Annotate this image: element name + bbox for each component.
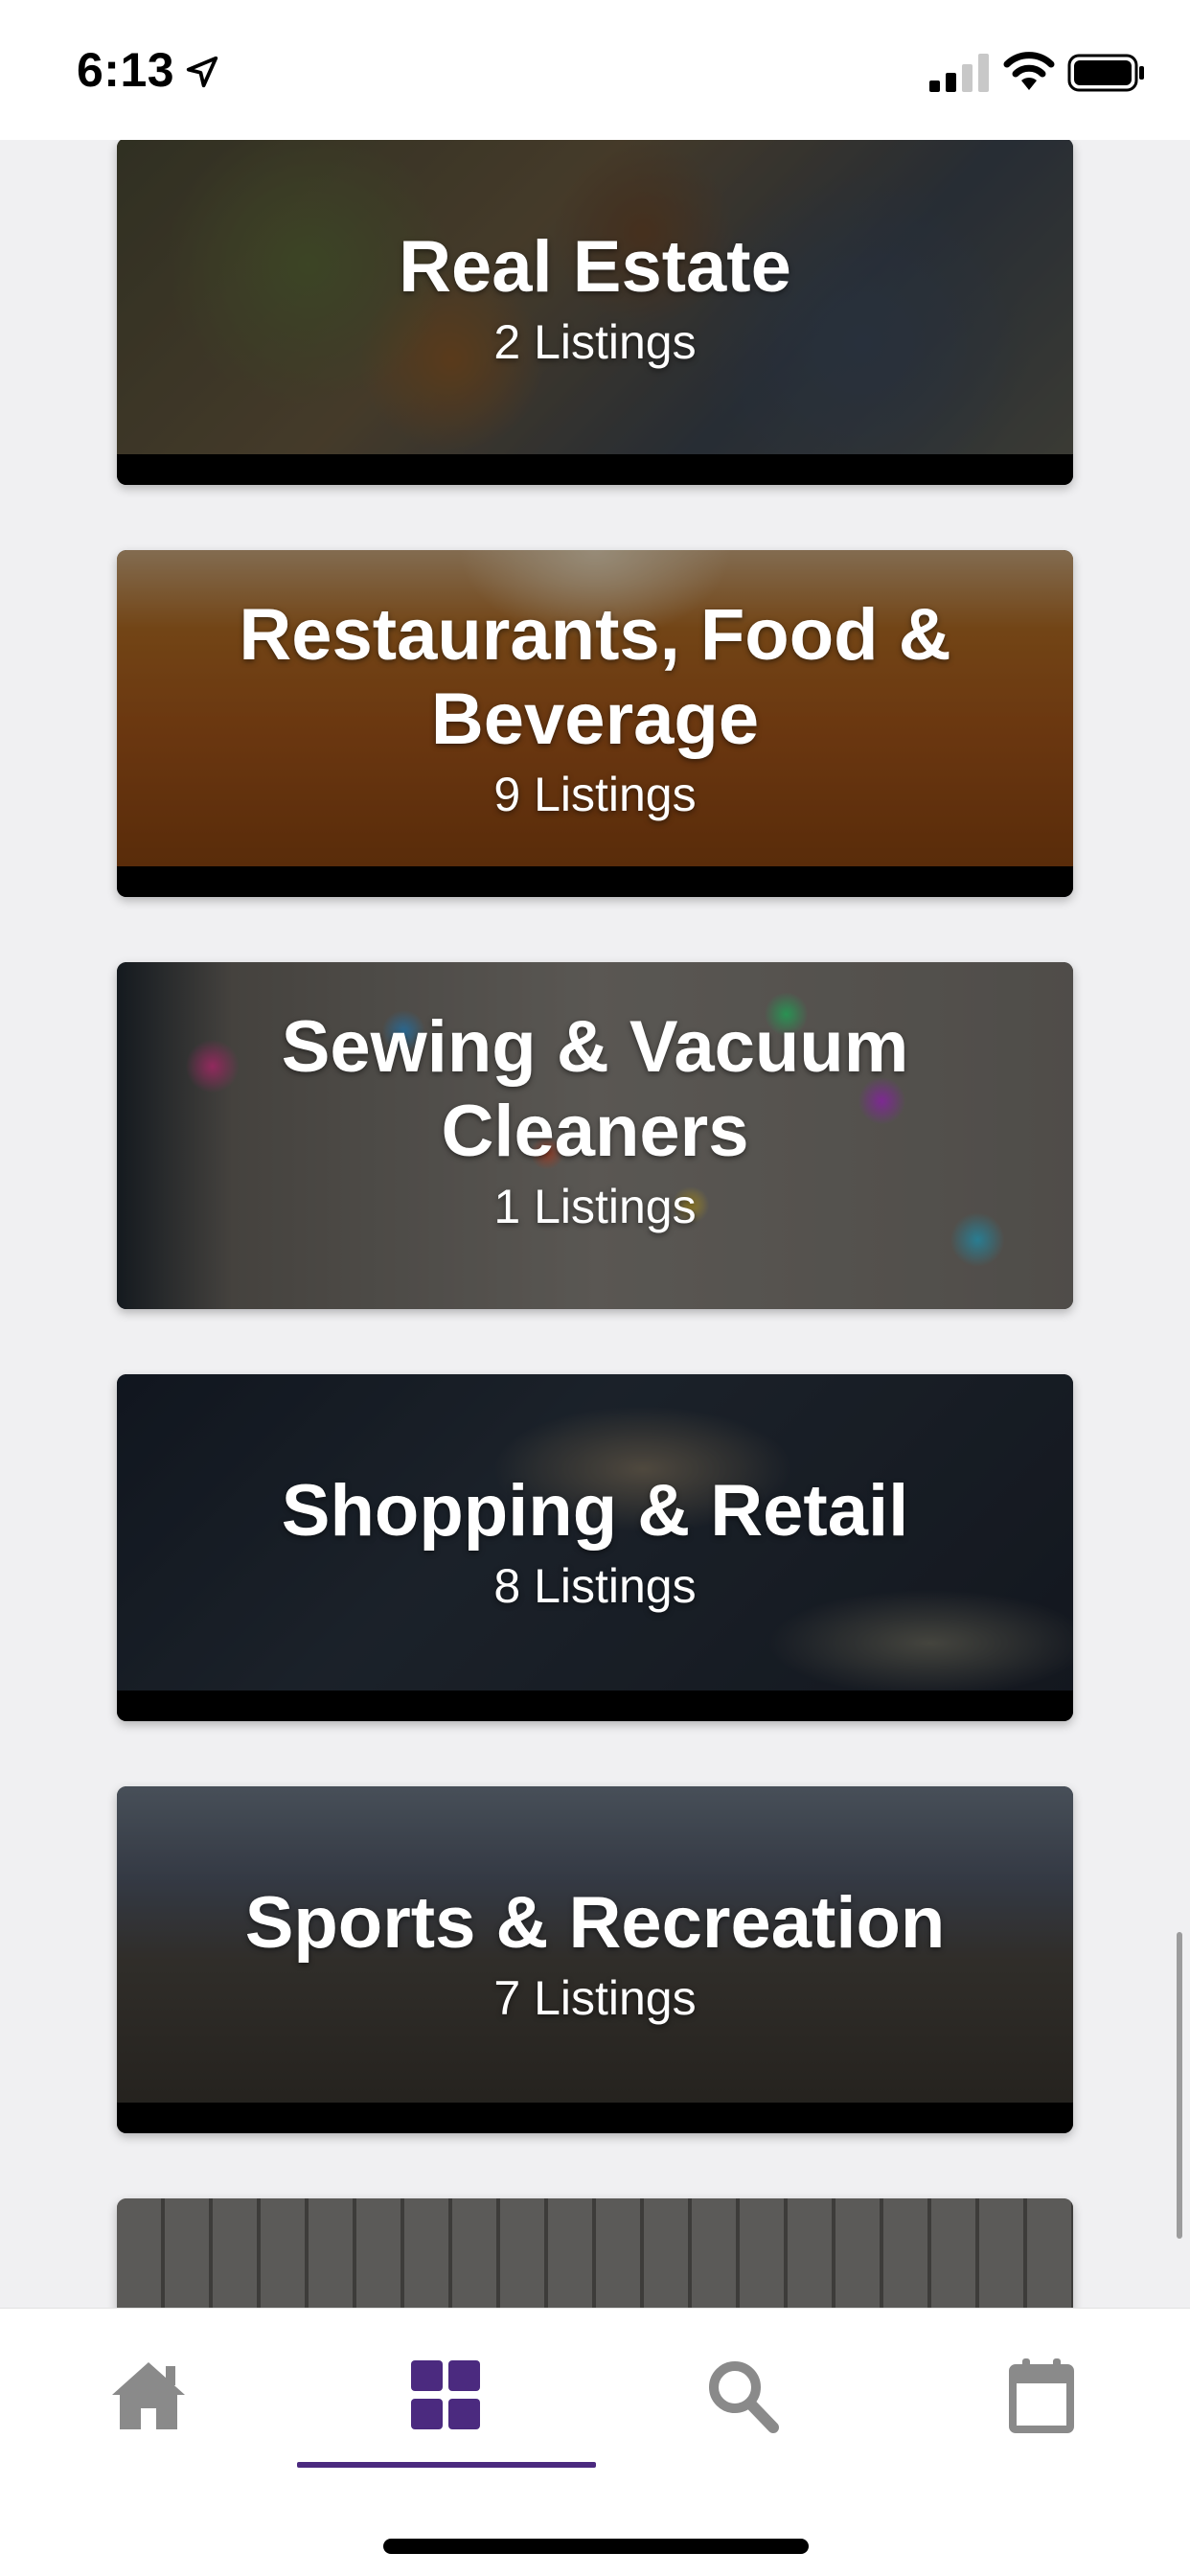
wifi-icon xyxy=(1003,52,1055,90)
category-card-sewing[interactable]: Sewing & Vacuum Cleaners 1 Listings xyxy=(117,962,1073,1309)
category-card-sports[interactable]: Sports & Recreation 7 Listings xyxy=(117,1786,1073,2133)
category-listing-count: 1 Listings xyxy=(493,1180,697,1233)
category-title: Sewing & Vacuum Cleaners xyxy=(281,1006,909,1172)
tab-home[interactable] xyxy=(0,2357,297,2472)
home-indicator[interactable] xyxy=(383,2539,809,2554)
tab-categories[interactable] xyxy=(297,2357,594,2472)
location-arrow-icon xyxy=(186,56,218,88)
category-card-restaurants[interactable]: Restaurants, Food & Beverage 9 Listings xyxy=(117,550,1073,897)
home-icon xyxy=(112,2362,185,2429)
grid-icon xyxy=(411,2360,480,2429)
category-image xyxy=(117,2198,1073,2308)
selected-tab-indicator xyxy=(297,2462,596,2468)
category-title: Real Estate xyxy=(399,226,791,308)
status-bar: 6:13 xyxy=(0,0,1190,140)
category-listing-count: 8 Listings xyxy=(493,1559,697,1613)
status-time: 6:13 xyxy=(77,43,175,97)
category-listing-count: 7 Listings xyxy=(493,1971,697,2025)
calendar-icon xyxy=(1009,2358,1074,2433)
category-title: Sports & Recreation xyxy=(244,1882,946,1964)
cellular-signal-icon xyxy=(929,54,989,92)
screen: 6:13 Real Estate 2 Listings Restaurants,… xyxy=(0,0,1190,2576)
scroll-indicator[interactable] xyxy=(1177,1932,1182,2239)
category-title: Restaurants, Food & Beverage xyxy=(239,594,951,760)
category-listing-count: 9 Listings xyxy=(493,768,697,821)
category-list[interactable]: Real Estate 2 Listings Restaurants, Food… xyxy=(0,140,1190,2308)
battery-icon xyxy=(1067,54,1144,92)
tab-search[interactable] xyxy=(594,2357,891,2472)
category-listing-count: 2 Listings xyxy=(493,315,697,369)
category-card-partial[interactable] xyxy=(117,2198,1073,2308)
tab-calendar[interactable] xyxy=(893,2357,1190,2472)
search-icon xyxy=(709,2361,779,2433)
category-card-real-estate[interactable]: Real Estate 2 Listings xyxy=(117,140,1073,485)
tab-bar xyxy=(0,2308,1190,2576)
category-title: Shopping & Retail xyxy=(281,1470,909,1552)
category-card-shopping[interactable]: Shopping & Retail 8 Listings xyxy=(117,1374,1073,1721)
